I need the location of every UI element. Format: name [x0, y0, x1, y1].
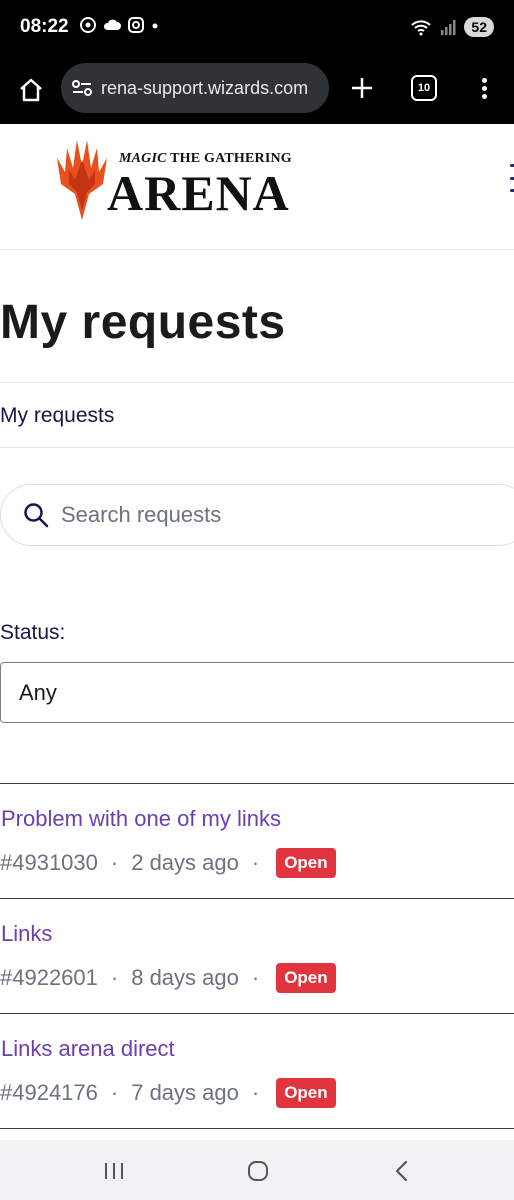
hamburger-menu-icon[interactable] [510, 164, 514, 192]
browser-menu-button[interactable] [472, 72, 496, 104]
request-id: #4931030 [0, 850, 98, 875]
meta-separator: · [251, 1080, 260, 1105]
battery-level: 52 [464, 17, 494, 37]
logo-wordmark: ARENA [107, 165, 290, 221]
request-age: 2 days ago [131, 850, 239, 875]
request-title-link[interactable]: Problem with one of my links [1, 806, 281, 832]
page-title: My requests [0, 296, 286, 349]
status-badge: Open [276, 848, 336, 878]
cloud-icon [103, 19, 121, 30]
recent-apps-icon [105, 1163, 123, 1179]
status-badge: Open [276, 963, 336, 993]
plus-icon [352, 78, 372, 98]
wifi-icon [411, 20, 432, 36]
logo-tagline-magic: MAGIC [119, 151, 167, 166]
new-tab-button[interactable] [346, 72, 378, 104]
site-header: MAGIC THE GATHERING ARENA [0, 124, 514, 250]
status-icons-right: 52 [410, 17, 494, 37]
meta-separator: · [251, 850, 260, 875]
browser-toolbar: rena-support.wizards.com 10 [0, 58, 514, 124]
search-box[interactable] [0, 484, 514, 546]
menu-dot [481, 93, 487, 99]
meta-separator: · [251, 965, 260, 990]
signal-icon [441, 20, 456, 35]
mtg-arena-logo[interactable]: MAGIC THE GATHERING ARENA [55, 136, 305, 222]
request-title-link[interactable]: Links [1, 921, 52, 947]
system-nav-bar [0, 1140, 514, 1200]
request-row: Problem with one of my links #4931030 · … [0, 784, 514, 899]
request-row: Links #4922601 · 8 days ago · Open [0, 899, 514, 1014]
search-icon [24, 503, 49, 528]
logo-tagline-rest: THE GATHERING [170, 151, 292, 166]
meta-separator: · [110, 965, 119, 990]
request-id: #4922601 [0, 965, 98, 990]
status-icons-left [80, 17, 160, 33]
back-chevron-icon [395, 1160, 408, 1182]
request-id: #4924176 [0, 1080, 98, 1105]
home-circle-icon [248, 1161, 268, 1181]
request-meta: #4931030 · 2 days ago · Open [0, 848, 336, 878]
home-button[interactable] [14, 73, 48, 107]
status-time: 08:22 [20, 16, 69, 37]
status-badge: Open [276, 1078, 336, 1108]
divider [0, 447, 514, 448]
meta-separator: · [110, 1080, 119, 1105]
request-meta: #4922601 · 8 days ago · Open [0, 963, 336, 993]
status-filter-label: Status: [0, 621, 66, 644]
breadcrumb[interactable]: My requests [0, 404, 114, 428]
meta-separator: · [110, 850, 119, 875]
request-meta: #4924176 · 7 days ago · Open [0, 1078, 336, 1108]
request-row: Links arena direct #4924176 · 7 days ago… [0, 1014, 514, 1129]
home-nav-button[interactable] [243, 1156, 273, 1186]
status-filter-select[interactable]: Any [0, 662, 514, 723]
home-icon [20, 78, 42, 102]
flame-emblem-icon [57, 140, 107, 220]
recent-apps-button[interactable] [99, 1156, 129, 1186]
chrome-icon [80, 17, 96, 33]
request-title-link[interactable]: Links arena direct [1, 1036, 175, 1062]
back-button[interactable] [387, 1156, 417, 1186]
menu-dot [481, 77, 487, 83]
search-input[interactable] [61, 502, 461, 528]
status-bar: 08:22 52 [0, 0, 514, 58]
url-text: rena-support.wizards.com [101, 77, 309, 98]
request-list: Problem with one of my links #4931030 · … [0, 783, 514, 1129]
menu-dot [481, 85, 487, 91]
tab-switcher-button[interactable]: 10 [411, 75, 437, 101]
site-settings-icon[interactable] [71, 79, 93, 97]
divider [0, 382, 514, 383]
dot-icon [152, 23, 158, 29]
request-age: 8 days ago [131, 965, 239, 990]
request-age: 7 days ago [131, 1080, 239, 1105]
instagram-icon [128, 17, 144, 33]
address-bar[interactable]: rena-support.wizards.com [61, 63, 329, 113]
